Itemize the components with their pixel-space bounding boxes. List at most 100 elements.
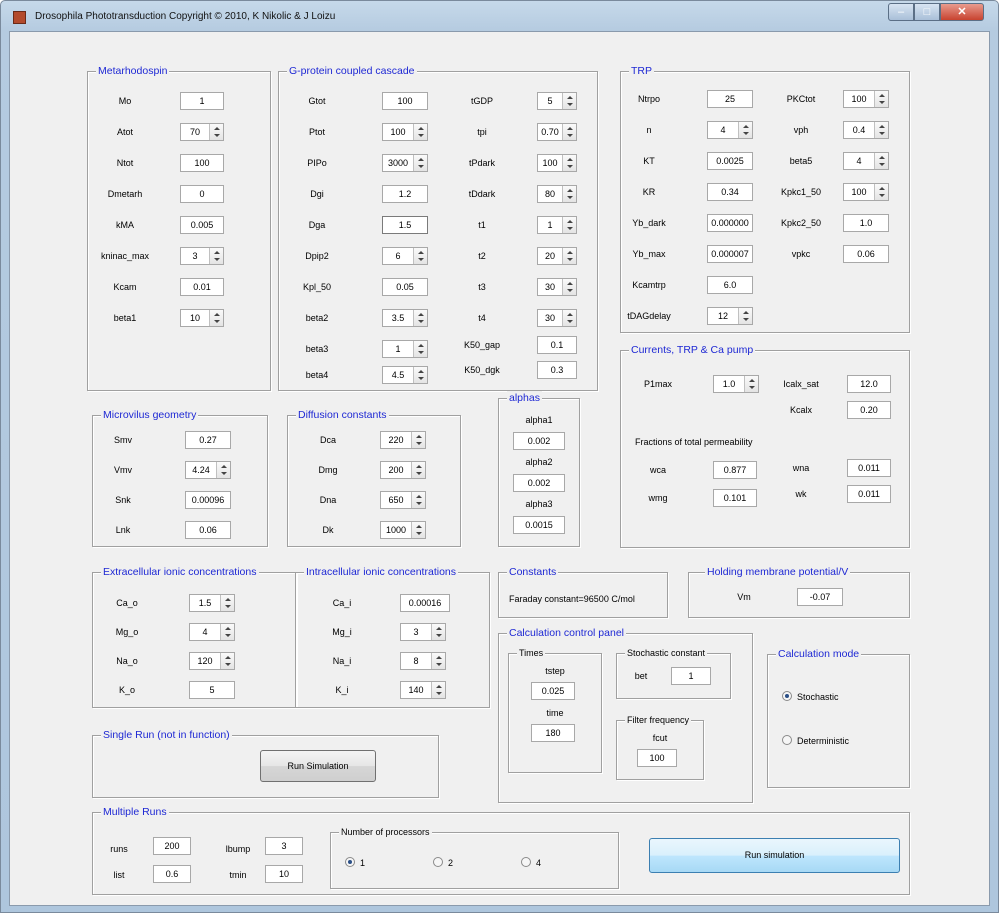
smv-field[interactable]: 0.27 [185,431,231,449]
ntot-field[interactable]: 100 [180,154,224,172]
kninac-max-spinner[interactable]: 3 [180,247,224,265]
t4-spin-buttons[interactable] [562,310,576,326]
k-i-spinner[interactable]: 140 [400,681,446,699]
beta2-spinner[interactable]: 3.5 [382,309,428,327]
n-spin-buttons[interactable] [738,122,752,138]
tstep-field[interactable]: 0.025 [531,682,575,700]
t2-spinner[interactable]: 20 [537,247,577,265]
dna-spinner[interactable]: 650 [380,491,426,509]
k50dgk-field[interactable]: 0.3 [537,361,577,379]
beta4-spin-buttons[interactable] [413,367,427,383]
close-button[interactable]: ✕ [940,3,984,21]
t3-spin-buttons[interactable] [562,279,576,295]
processors-1-radio[interactable]: 1 [345,857,365,869]
vmv-spinner[interactable]: 4.24 [185,461,231,479]
tpdark-spinner[interactable]: 100 [537,154,577,172]
beta3-spinner[interactable]: 1 [382,340,428,358]
tpdark-spin-buttons[interactable] [562,155,576,171]
p1max-spin-buttons[interactable] [744,376,758,392]
alpha1-field[interactable]: 0.002 [513,432,565,450]
stochastic-radio[interactable]: Stochastic [782,691,839,703]
dmetarh-field[interactable]: 0 [180,185,224,203]
mg-o-spinner[interactable]: 4 [189,623,235,641]
alpha3-field[interactable]: 0.0015 [513,516,565,534]
k-i-spin-buttons[interactable] [431,682,445,698]
tpi-spinner[interactable]: 0.70 [537,123,577,141]
dga-field[interactable]: 1.5 [382,216,428,234]
dmg-spinner[interactable]: 200 [380,461,426,479]
pip0-spinner[interactable]: 3000 [382,154,428,172]
k-o-field[interactable]: 5 [189,681,235,699]
dk-spin-buttons[interactable] [411,522,425,538]
atot-spin-buttons[interactable] [209,124,223,140]
kcamtrp-field[interactable]: 6.0 [707,276,753,294]
yb-dark-field[interactable]: 0.000000 [707,214,753,232]
tpi-spin-buttons[interactable] [562,124,576,140]
minimize-button[interactable]: – [888,3,914,21]
pip0-spin-buttons[interactable] [413,155,427,171]
vpkc-field[interactable]: 0.06 [843,245,889,263]
ca-o-spinner[interactable]: 1.5 [189,594,235,612]
ntrpo-field[interactable]: 25 [707,90,753,108]
dmg-spin-buttons[interactable] [411,462,425,478]
kma-field[interactable]: 0.005 [180,216,224,234]
tdagdelay-spin-buttons[interactable] [738,308,752,324]
runs-field[interactable]: 200 [153,837,191,855]
time-field[interactable]: 180 [531,724,575,742]
lnk-field[interactable]: 0.06 [185,521,231,539]
vmv-spin-buttons[interactable] [216,462,230,478]
n-spinner[interactable]: 4 [707,121,753,139]
kpkc1-spin-buttons[interactable] [874,184,888,200]
na-o-spin-buttons[interactable] [220,653,234,669]
kr-field[interactable]: 0.34 [707,183,753,201]
beta1-spinner[interactable]: 10 [180,309,224,327]
alpha2-field[interactable]: 0.002 [513,474,565,492]
kpi50-field[interactable]: 0.05 [382,278,428,296]
kpkc1-spinner[interactable]: 100 [843,183,889,201]
vph-spin-buttons[interactable] [874,122,888,138]
gtot-field[interactable]: 100 [382,92,428,110]
t1-spinner[interactable]: 1 [537,216,577,234]
wk-field[interactable]: 0.011 [847,485,891,503]
tgdp-spinner[interactable]: 5 [537,92,577,110]
snk-field[interactable]: 0.00096 [185,491,231,509]
t2-spin-buttons[interactable] [562,248,576,264]
tddark-spin-buttons[interactable] [562,186,576,202]
lbump-field[interactable]: 3 [265,837,303,855]
ptot-spinner[interactable]: 100 [382,123,428,141]
ca-i-field[interactable]: 0.00016 [400,594,450,612]
ptot-spin-buttons[interactable] [413,124,427,140]
dpip2-spin-buttons[interactable] [413,248,427,264]
title-bar[interactable]: Drosophila Phototransduction Copyright ©… [1,1,998,31]
yb-max-field[interactable]: 0.000007 [707,245,753,263]
tgdp-spin-buttons[interactable] [562,93,576,109]
tmin-field[interactable]: 10 [265,865,303,883]
bet-field[interactable]: 1 [671,667,711,685]
tdagdelay-spinner[interactable]: 12 [707,307,753,325]
atot-spinner[interactable]: 70 [180,123,224,141]
beta5-spin-buttons[interactable] [874,153,888,169]
beta4-spinner[interactable]: 4.5 [382,366,428,384]
deterministic-radio[interactable]: Deterministic [782,735,849,747]
vph-spinner[interactable]: 0.4 [843,121,889,139]
dgi-field[interactable]: 1.2 [382,185,428,203]
fcut-field[interactable]: 100 [637,749,677,767]
kcalx-sat-field[interactable]: 12.0 [847,375,891,393]
mg-o-spin-buttons[interactable] [220,624,234,640]
dpip2-spinner[interactable]: 6 [382,247,428,265]
pkctot-spin-buttons[interactable] [874,91,888,107]
dca-spin-buttons[interactable] [411,432,425,448]
kcalx-field[interactable]: 0.20 [847,401,891,419]
run-simulation-multi-button[interactable]: Run simulation [649,838,900,873]
wna-field[interactable]: 0.011 [847,459,891,477]
kninac-max-spin-buttons[interactable] [209,248,223,264]
run-simulation-button[interactable]: Run Simulation [260,750,376,782]
kcam-field[interactable]: 0.01 [180,278,224,296]
mg-i-spin-buttons[interactable] [431,624,445,640]
dca-spinner[interactable]: 220 [380,431,426,449]
t1-spin-buttons[interactable] [562,217,576,233]
na-o-spinner[interactable]: 120 [189,652,235,670]
mg-i-spinner[interactable]: 3 [400,623,446,641]
pkctot-spinner[interactable]: 100 [843,90,889,108]
vm-field[interactable]: -0.07 [797,588,843,606]
